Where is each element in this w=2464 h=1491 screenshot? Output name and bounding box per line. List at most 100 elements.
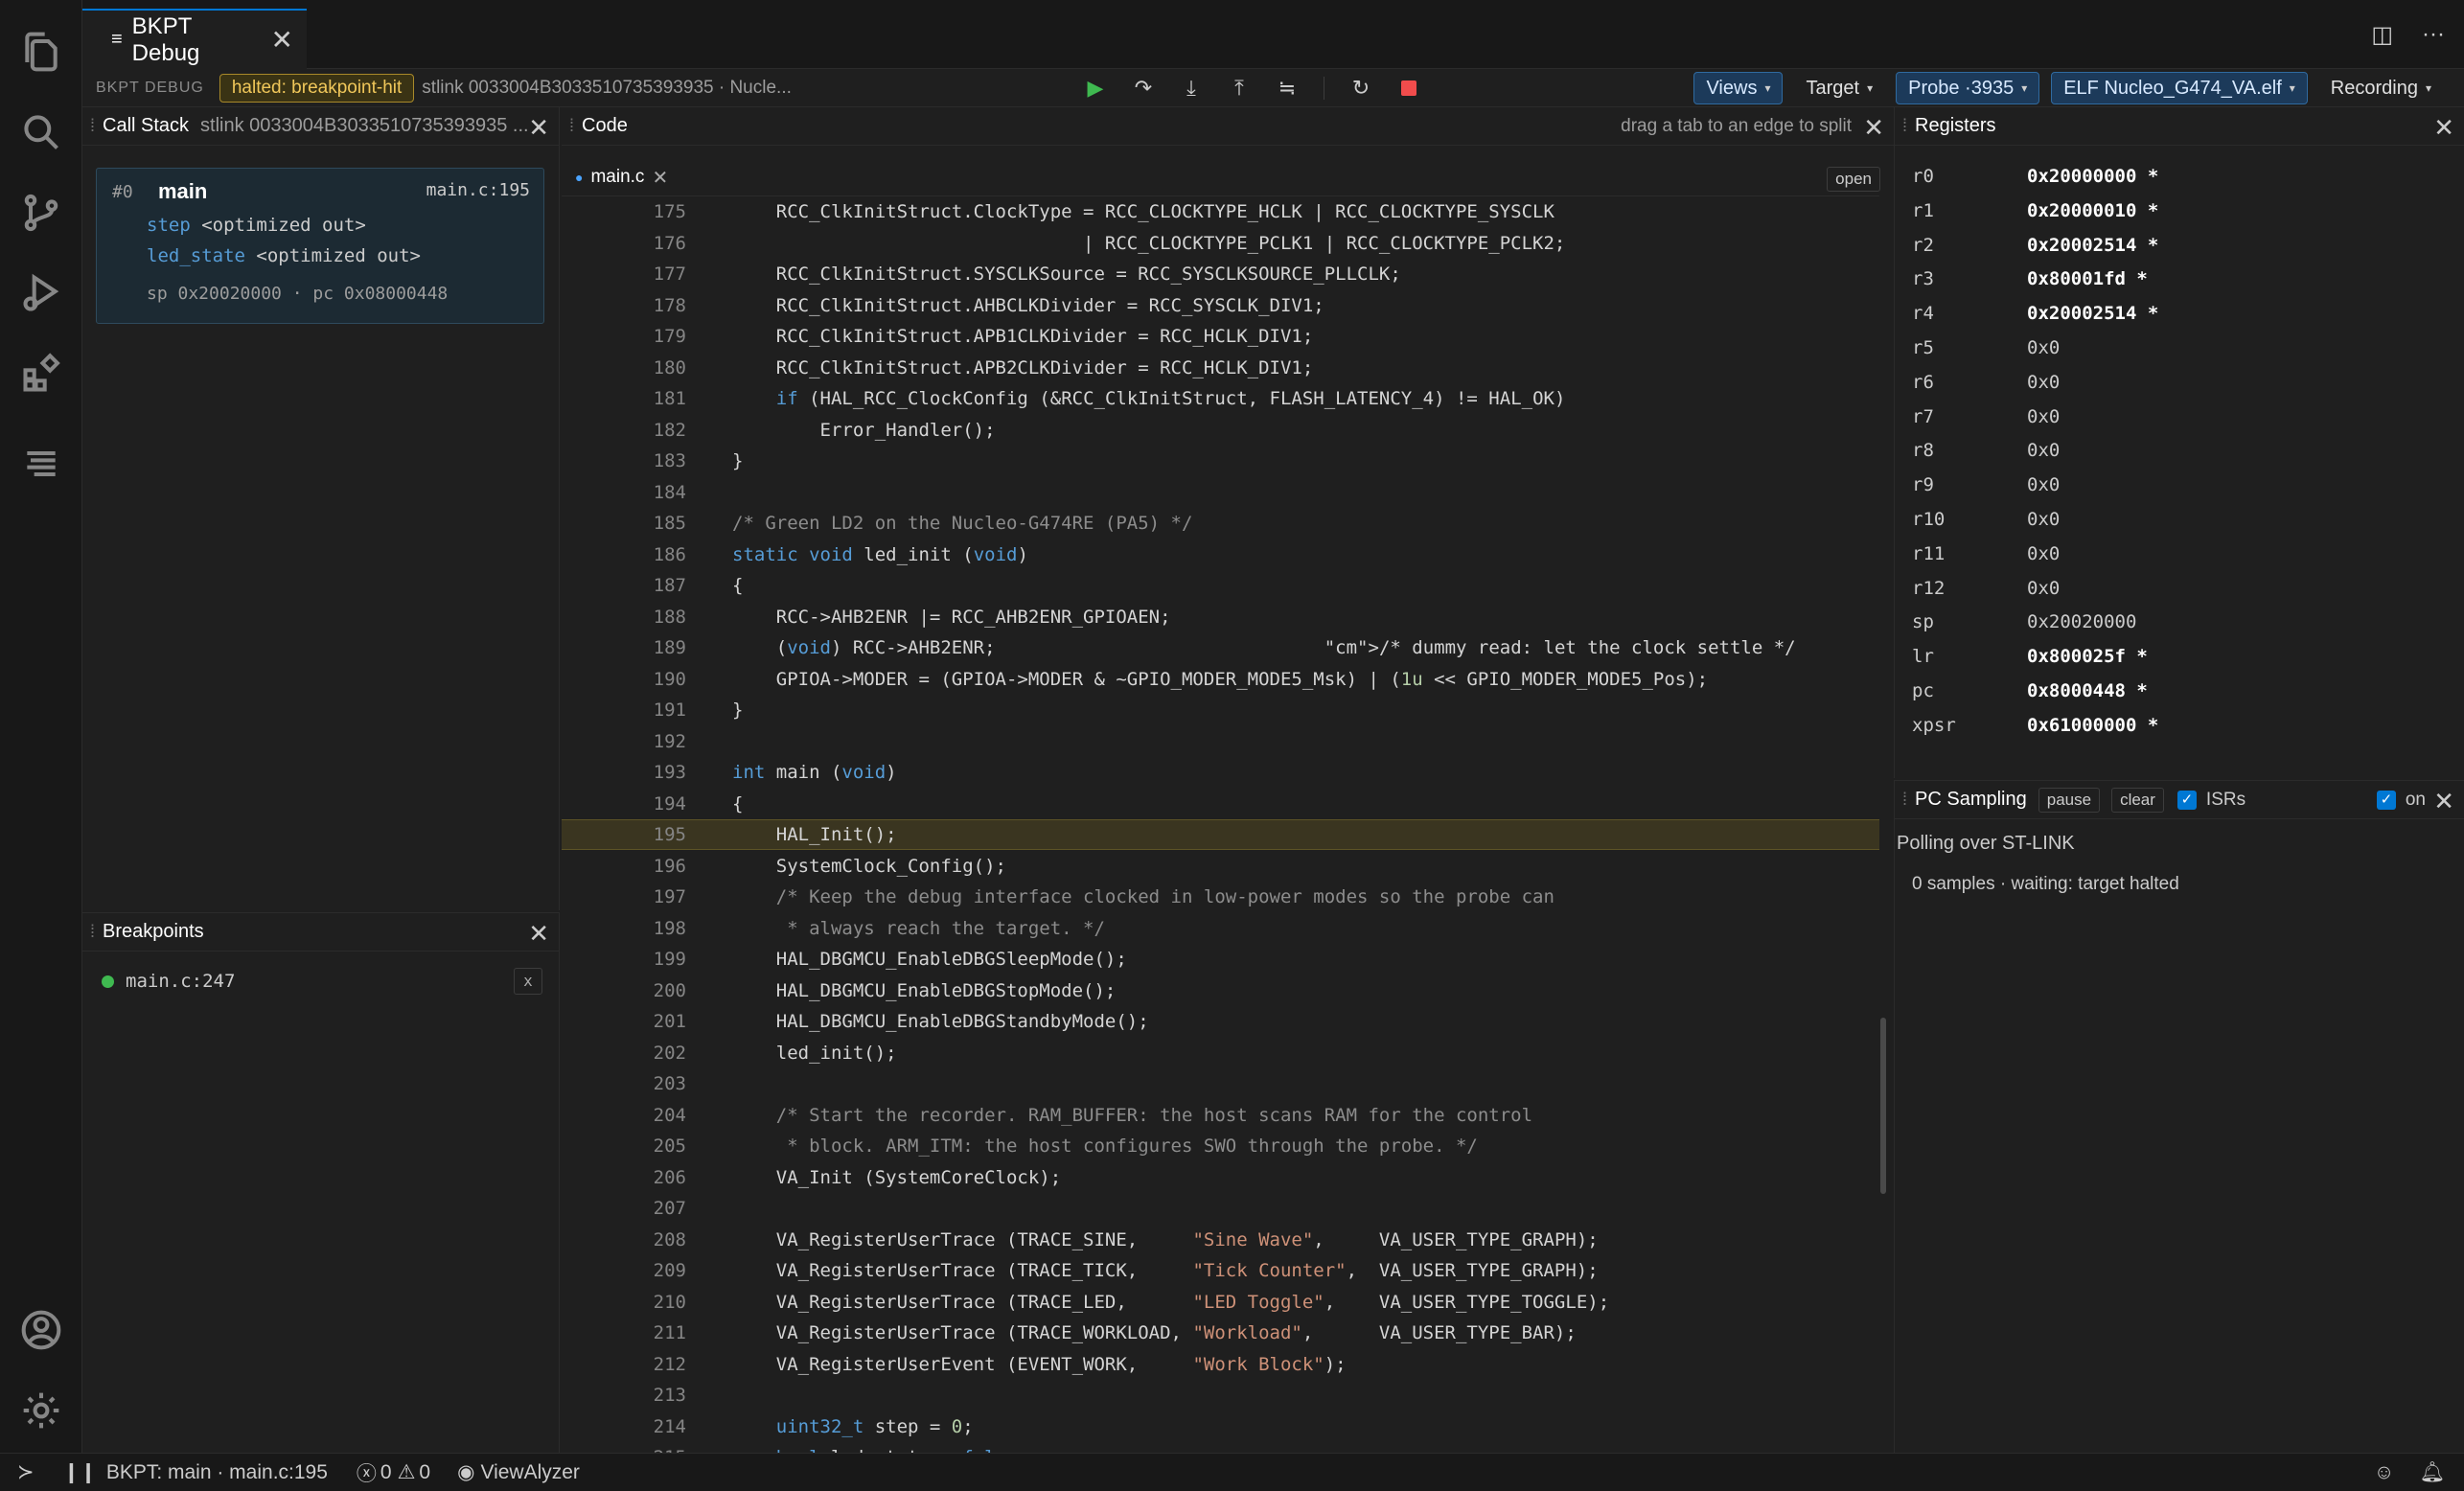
line-number[interactable]: 199 [562, 949, 686, 970]
register-row[interactable]: r5 0x0 [1912, 333, 2429, 363]
run-to-cursor-icon[interactable]: ≒ [1276, 76, 1299, 100]
code-line[interactable]: 212 VA_RegisterUserEvent (EVENT_WORK, "W… [562, 1349, 1879, 1380]
code-line[interactable]: 209 VA_RegisterUserTrace (TRACE_TICK, "T… [562, 1255, 1879, 1286]
line-number[interactable]: 203 [562, 1073, 686, 1094]
line-number[interactable]: 188 [562, 607, 686, 628]
line-number[interactable]: 175 [562, 201, 686, 222]
elf-menu[interactable]: ELF Nucleo_G474_VA.elf ▾ [2051, 72, 2308, 104]
step-into-icon[interactable]: ⤓ [1180, 76, 1203, 100]
code-line[interactable]: 195 HAL_Init(); [562, 819, 1879, 850]
line-number[interactable]: 201 [562, 1011, 686, 1032]
code-line[interactable]: 178 RCC_ClkInitStruct.AHBCLKDivider = RC… [562, 290, 1879, 321]
code-line[interactable]: 177 RCC_ClkInitStruct.SYSCLKSource = RCC… [562, 259, 1879, 289]
code-line[interactable]: 206 VA_Init (SystemCoreClock); [562, 1162, 1879, 1193]
code-line[interactable]: 189 (void) RCC->AHB2ENR; "cm">/* dummy r… [562, 632, 1879, 663]
breakpoint-item[interactable]: main.c:247 x [102, 967, 542, 996]
line-number[interactable]: 211 [562, 1322, 686, 1343]
code-line[interactable]: 183} [562, 446, 1879, 476]
register-row[interactable]: sp 0x20020000 [1912, 607, 2429, 637]
open-file-button[interactable]: open [1827, 167, 1880, 192]
code-line[interactable]: 191} [562, 695, 1879, 725]
register-row[interactable]: r1 0x20000010 * [1912, 195, 2429, 226]
line-number[interactable]: 185 [562, 513, 686, 534]
register-row[interactable]: r12 0x0 [1912, 573, 2429, 604]
line-number[interactable]: 194 [562, 793, 686, 814]
code-line[interactable]: 199 HAL_DBGMCU_EnableDBGSleepMode(); [562, 944, 1879, 975]
code-line[interactable]: 214 uint32_t step = 0; [562, 1411, 1879, 1442]
code-line[interactable]: 176 | RCC_CLOCKTYPE_PCLK1 | RCC_CLOCKTYP… [562, 228, 1879, 259]
code-line[interactable]: 198 * always reach the target. */ [562, 913, 1879, 944]
search-icon[interactable] [0, 94, 82, 171]
code-line[interactable]: 192 [562, 726, 1879, 757]
close-icon[interactable]: ✕ [1863, 113, 1884, 143]
remove-breakpoint-button[interactable]: x [514, 968, 542, 995]
code-line[interactable]: 181 if (HAL_RCC_ClockConfig (&RCC_ClkIni… [562, 383, 1879, 414]
code-line[interactable]: 213 [562, 1380, 1879, 1411]
app-name[interactable]: ViewAlyzer [480, 1461, 579, 1484]
code-line[interactable]: 190 GPIOA->MODER = (GPIOA->MODER & ~GPIO… [562, 664, 1879, 695]
code-line[interactable]: 208 VA_RegisterUserTrace (TRACE_SINE, "S… [562, 1225, 1879, 1255]
line-number[interactable]: 182 [562, 420, 686, 441]
code-line[interactable]: 182 Error_Handler(); [562, 415, 1879, 446]
line-number[interactable]: 183 [562, 450, 686, 471]
on-checkbox[interactable]: ✓ [2376, 790, 2396, 810]
probe-menu[interactable]: Probe ·3935 ▾ [1896, 72, 2040, 104]
code-line[interactable]: 188 RCC->AHB2ENR |= RCC_AHB2ENR_GPIOAEN; [562, 602, 1879, 632]
code-line[interactable]: 196 SystemClock_Config(); [562, 851, 1879, 882]
explorer-icon[interactable] [0, 13, 82, 90]
viewalyzer-icon[interactable] [0, 425, 82, 502]
line-number[interactable]: 210 [562, 1292, 686, 1313]
line-number[interactable]: 208 [562, 1229, 686, 1250]
line-number[interactable]: 196 [562, 856, 686, 877]
line-number[interactable]: 212 [562, 1354, 686, 1375]
drag-grip-icon[interactable]: ⁞ [90, 922, 95, 942]
line-number[interactable]: 177 [562, 264, 686, 285]
register-row[interactable]: r10 0x0 [1912, 504, 2429, 535]
code-line[interactable]: 175 RCC_ClkInitStruct.ClockType = RCC_CL… [562, 196, 1879, 227]
code-line[interactable]: 211 VA_RegisterUserTrace (TRACE_WORKLOAD… [562, 1318, 1879, 1348]
line-number[interactable]: 206 [562, 1167, 686, 1188]
register-row[interactable]: r0 0x20000000 * [1912, 161, 2429, 192]
continue-icon[interactable]: ▶ [1084, 76, 1107, 100]
line-number[interactable]: 189 [562, 637, 686, 658]
register-row[interactable]: r6 0x0 [1912, 367, 2429, 398]
line-number[interactable]: 181 [562, 388, 686, 409]
register-row[interactable]: r3 0x80001fd * [1912, 264, 2429, 294]
code-line[interactable]: 201 HAL_DBGMCU_EnableDBGStandbyMode(); [562, 1006, 1879, 1037]
register-row[interactable]: r4 0x20002514 * [1912, 298, 2429, 329]
recording-menu[interactable]: Recording ▾ [2319, 72, 2443, 104]
error-count[interactable]: 0 [380, 1461, 392, 1484]
step-out-icon[interactable]: ⤒ [1228, 76, 1251, 100]
close-icon[interactable]: ✕ [528, 113, 549, 143]
bkpt-debug-tab[interactable]: ≡ BKPT Debug ✕ [82, 9, 307, 69]
code-line[interactable]: 187 { [562, 570, 1879, 601]
line-number[interactable]: 191 [562, 700, 686, 721]
line-number[interactable]: 197 [562, 886, 686, 907]
target-menu[interactable]: Target ▾ [1794, 72, 1884, 104]
bkpt-status[interactable]: BKPT: main · main.c:195 [106, 1461, 328, 1484]
close-icon[interactable]: ✕ [652, 166, 668, 190]
close-icon[interactable]: ✕ [2433, 787, 2454, 816]
code-line[interactable]: 200 HAL_DBGMCU_EnableDBGStopMode(); [562, 975, 1879, 1006]
line-number[interactable]: 207 [562, 1198, 686, 1219]
code-line[interactable]: 205 * block. ARM_ITM: the host configure… [562, 1131, 1879, 1161]
drag-grip-icon[interactable]: ⁞ [90, 116, 95, 136]
drag-grip-icon[interactable]: ⁞ [569, 116, 574, 136]
line-number[interactable]: 198 [562, 918, 686, 939]
code-line[interactable]: 179 RCC_ClkInitStruct.APB1CLKDivider = R… [562, 321, 1879, 352]
register-row[interactable]: xpsr 0x61000000 * [1912, 710, 2429, 741]
restart-icon[interactable]: ↻ [1349, 76, 1372, 100]
more-actions-icon[interactable]: ··· [2422, 21, 2445, 49]
isrs-checkbox[interactable]: ✓ [2176, 790, 2197, 810]
stack-frame[interactable]: #0 main main.c:195 step <optimized out> … [96, 168, 544, 324]
run-debug-icon[interactable] [0, 255, 82, 332]
settings-gear-icon[interactable] [0, 1372, 82, 1449]
extensions-icon[interactable] [0, 335, 82, 412]
code-line[interactable]: 184 [562, 477, 1879, 508]
code-line[interactable]: 193 int main (void) [562, 757, 1879, 788]
register-row[interactable]: r8 0x0 [1912, 435, 2429, 466]
register-row[interactable]: r9 0x0 [1912, 470, 2429, 500]
copilot-icon[interactable]: ☺ [2374, 1461, 2394, 1484]
register-row[interactable]: r7 0x0 [1912, 401, 2429, 432]
file-tab-main-c[interactable]: ● main.c ✕ [575, 163, 668, 192]
